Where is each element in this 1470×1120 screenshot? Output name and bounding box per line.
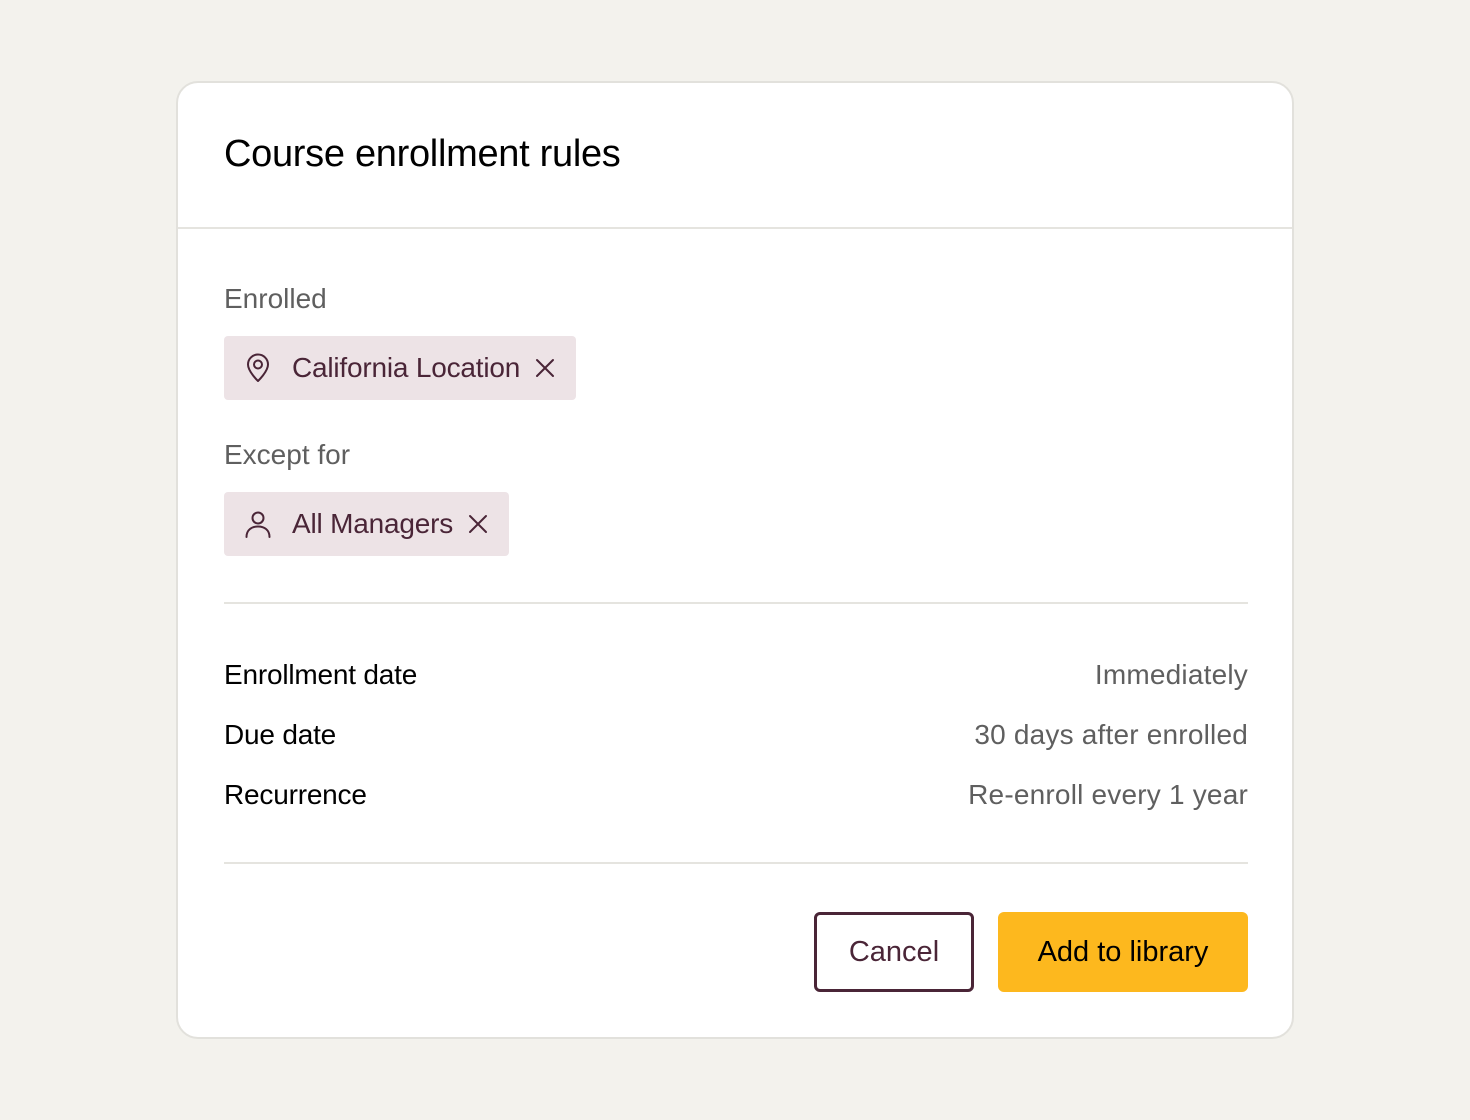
enrolled-chip[interactable]: California Location xyxy=(224,336,577,400)
person-icon xyxy=(242,508,274,540)
section-divider xyxy=(224,602,1248,604)
except-for-label: Except for xyxy=(224,439,351,470)
detail-key: Due date xyxy=(224,719,337,750)
cancel-button[interactable]: Cancel xyxy=(814,912,974,992)
detail-value: Re-enroll every 1 year xyxy=(968,779,1248,810)
detail-row-recurrence: Recurrence Re-enroll every 1 year xyxy=(224,775,1248,815)
detail-row-due-date: Due date 30 days after enrolled xyxy=(224,715,1248,755)
location-pin-icon xyxy=(242,352,274,384)
remove-except-chip-close-icon[interactable] xyxy=(465,511,491,537)
enrollment-rules-dialog: Course enrollment rules Enrolled Califor… xyxy=(176,81,1294,1039)
except-chip[interactable]: All Managers xyxy=(224,492,510,556)
dialog-title: Course enrollment rules xyxy=(224,132,621,175)
except-chip-label: All Managers xyxy=(292,508,454,539)
enrolled-chip-label: California Location xyxy=(292,352,521,383)
detail-key: Recurrence xyxy=(224,779,367,810)
dialog-header: Course enrollment rules xyxy=(178,83,1292,229)
detail-row-enrollment-date: Enrollment date Immediately xyxy=(224,655,1248,695)
detail-key: Enrollment date xyxy=(224,659,418,690)
detail-value: Immediately xyxy=(1094,659,1248,690)
footer-divider xyxy=(224,862,1248,864)
detail-value: 30 days after enrolled xyxy=(974,719,1248,750)
add-to-library-button[interactable]: Add to library xyxy=(998,912,1248,992)
enrolled-label: Enrolled xyxy=(224,283,327,314)
remove-enrolled-chip-close-icon[interactable] xyxy=(532,355,558,381)
